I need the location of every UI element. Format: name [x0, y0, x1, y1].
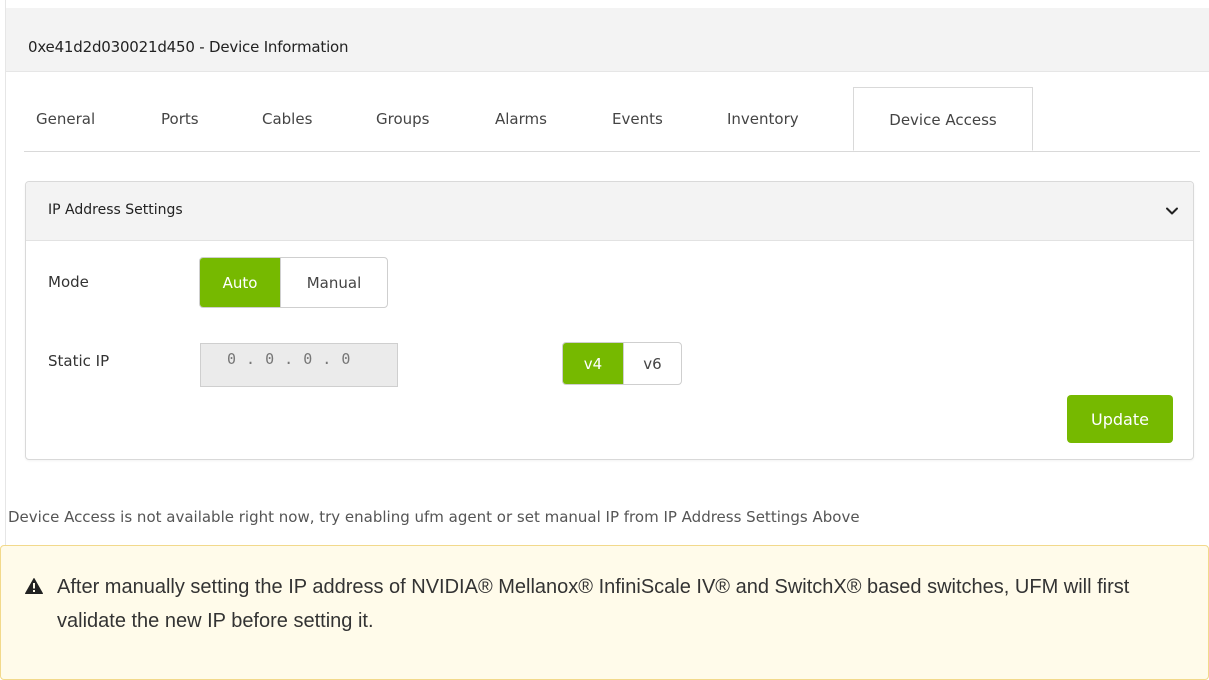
mode-toggle: Auto Manual — [199, 257, 388, 308]
mode-manual-button[interactable]: Manual — [280, 258, 387, 307]
tab-alarms[interactable]: Alarms — [495, 87, 547, 151]
warning-callout: After manually setting the IP address of… — [0, 545, 1209, 680]
tab-device-access[interactable]: Device Access — [853, 87, 1033, 151]
mode-label: Mode — [48, 273, 89, 291]
mode-auto-button[interactable]: Auto — [200, 258, 280, 307]
tab-events[interactable]: Events — [612, 87, 663, 151]
device-access-notice: Device Access is not available right now… — [8, 508, 860, 526]
tab-cables[interactable]: Cables — [262, 87, 312, 151]
tab-groups[interactable]: Groups — [376, 87, 429, 151]
ip-v4-button[interactable]: v4 — [563, 343, 623, 384]
window-title-bar: 0xe41d2d030021d450 - Device Information — [6, 8, 1209, 72]
warning-icon — [25, 578, 43, 594]
tab-bar: General Ports Cables Groups Alarms Event… — [24, 87, 1200, 152]
warning-text: After manually setting the IP address of… — [57, 576, 1130, 632]
panel-title: IP Address Settings — [48, 202, 183, 218]
ip-v6-button[interactable]: v6 — [623, 343, 681, 384]
update-button[interactable]: Update — [1067, 395, 1173, 443]
tab-ports[interactable]: Ports — [161, 87, 199, 151]
tab-general[interactable]: General — [36, 87, 95, 151]
static-ip-label: Static IP — [48, 352, 110, 370]
ip-address-settings-panel: IP Address Settings Mode Auto Manual Sta… — [25, 181, 1194, 460]
chevron-down-icon[interactable] — [1165, 204, 1179, 218]
device-info-window: 0xe41d2d030021d450 - Device Information … — [5, 0, 1209, 612]
ip-version-toggle: v4 v6 — [562, 342, 682, 385]
panel-header[interactable]: IP Address Settings — [26, 182, 1193, 241]
window-title: 0xe41d2d030021d450 - Device Information — [28, 38, 349, 56]
static-ip-input[interactable]: 0 . 0 . 0 . 0 — [200, 343, 398, 387]
tab-inventory[interactable]: Inventory — [727, 87, 799, 151]
